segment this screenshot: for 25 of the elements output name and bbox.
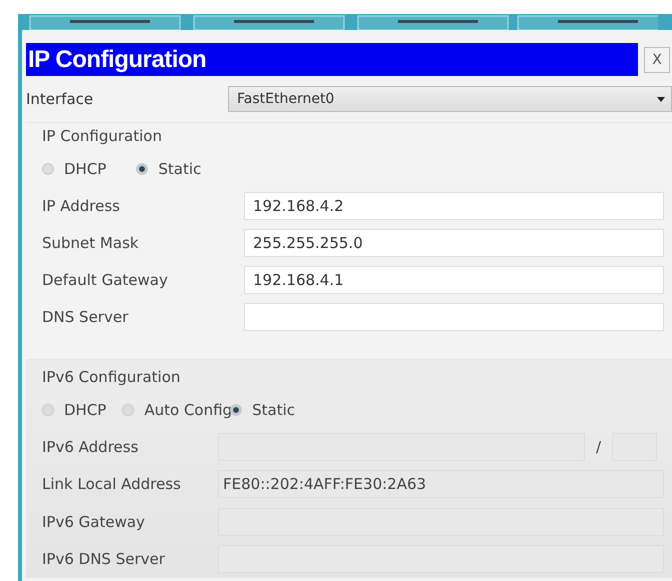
field-label: IPv6 DNS Server (42, 550, 166, 568)
radio-option[interactable]: Auto Config (122, 401, 232, 419)
input-field[interactable] (244, 302, 664, 330)
field-label: IP Address (42, 196, 121, 214)
section-title: IPv6 Configuration (42, 368, 182, 386)
window-title: IP Configuration (26, 43, 638, 76)
radio-option[interactable]: Static (230, 401, 295, 419)
input-field[interactable]: 192.168.4.2 (244, 192, 664, 220)
separator: / (594, 438, 602, 456)
field-label: Subnet Mask (42, 234, 140, 252)
field-label: Default Gateway (42, 270, 169, 288)
interface-dropdown[interactable]: FastEthernet0 (228, 86, 672, 112)
caret-icon (657, 96, 665, 102)
field-label: IPv6 Gateway (42, 512, 146, 531)
input-field[interactable]: 255.255.255.0 (244, 228, 664, 256)
field-label: Link Local Address (42, 475, 182, 494)
section-title: IP Configuration (42, 127, 163, 145)
interface-label: Interface (26, 90, 94, 108)
close-button[interactable]: X (644, 46, 670, 72)
radio-option[interactable]: Static (136, 160, 202, 178)
field-label: IPv6 Address (42, 438, 140, 456)
radio-option[interactable]: DHCP (42, 160, 106, 178)
field-label: DNS Server (42, 308, 130, 326)
input-field[interactable]: 192.168.4.1 (244, 266, 664, 294)
radio-option[interactable]: DHCP (42, 401, 106, 419)
